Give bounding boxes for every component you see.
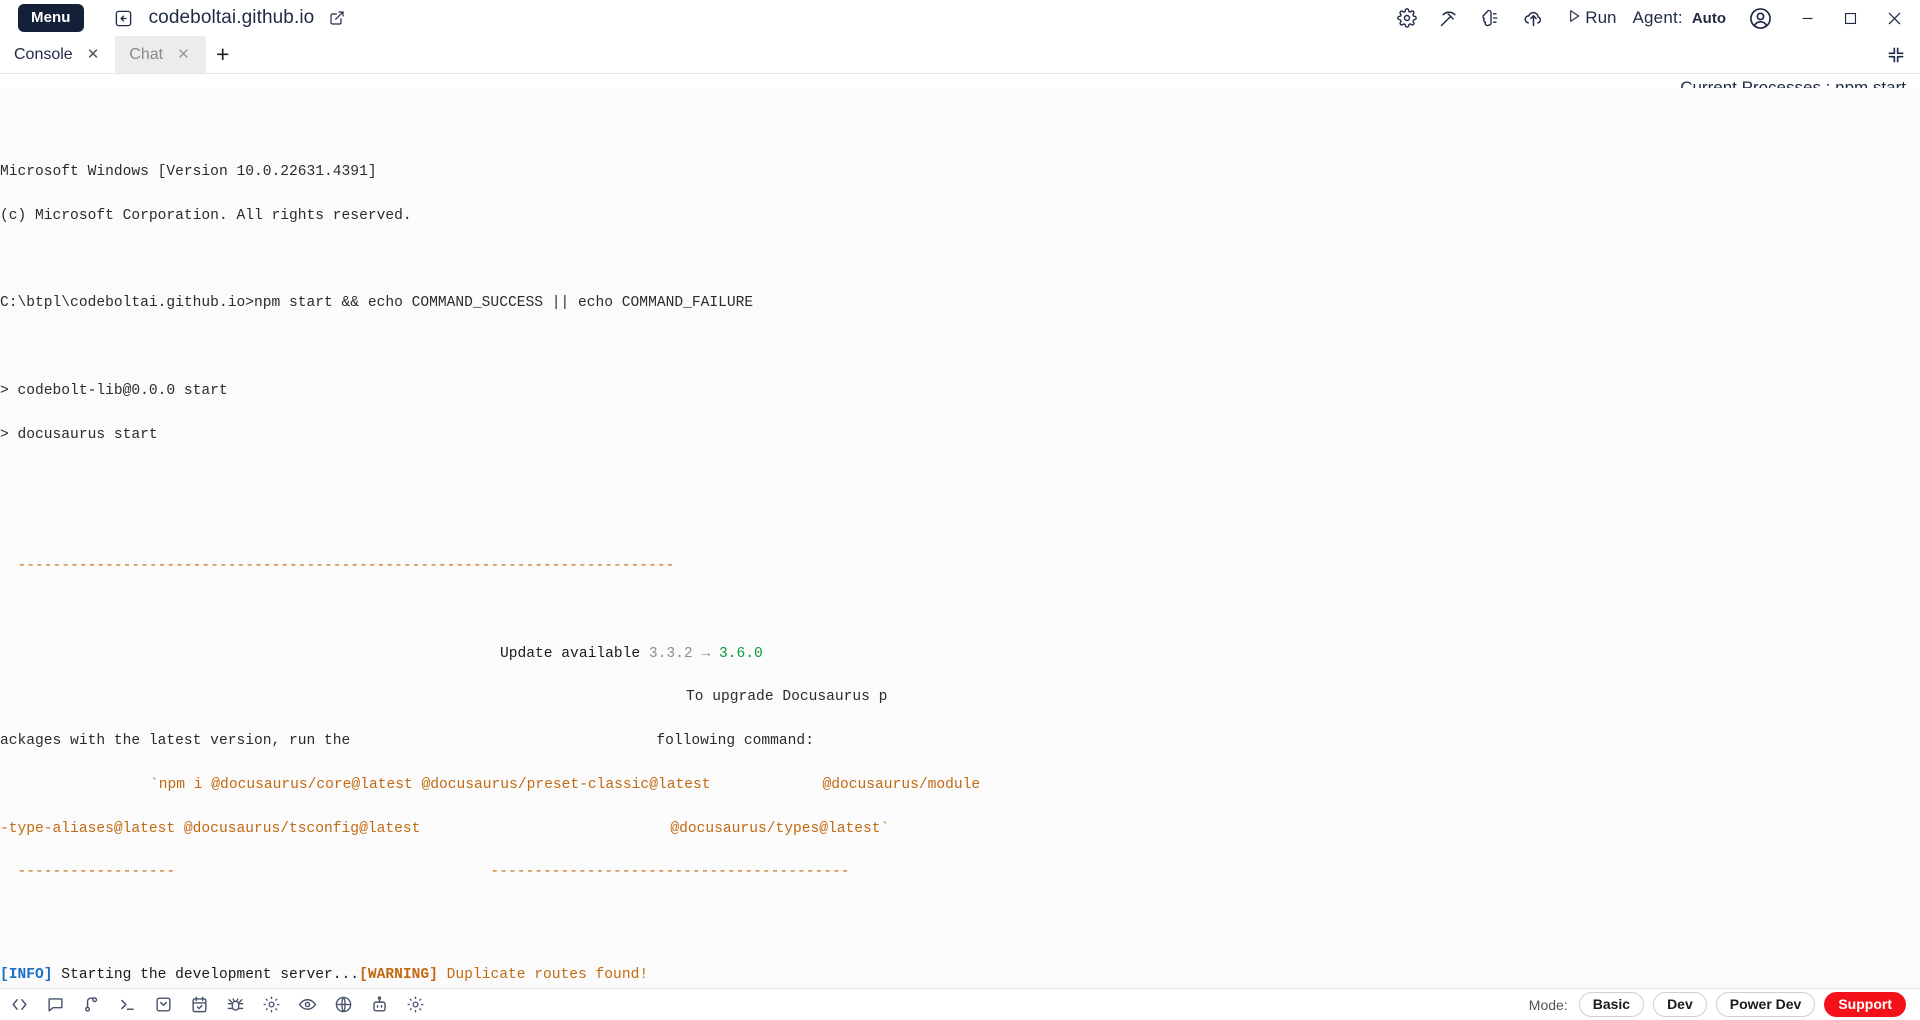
account-circle-icon[interactable] bbox=[1748, 6, 1773, 31]
close-icon[interactable]: ✕ bbox=[87, 47, 100, 62]
update-to-version: 3.6.0 bbox=[718, 645, 763, 662]
maximize-button[interactable] bbox=[1842, 10, 1859, 27]
tab-chat[interactable]: Chat ✕ bbox=[115, 36, 206, 73]
collapse-corners-icon[interactable] bbox=[1886, 45, 1906, 65]
play-icon bbox=[1566, 8, 1582, 29]
tab-bar: Console ✕ Chat ✕ + bbox=[0, 36, 1920, 74]
terminal-line: C:\btpl\codeboltai.github.io>npm start &… bbox=[0, 295, 754, 312]
terminal-icon[interactable] bbox=[116, 994, 138, 1016]
terminal-divider-bottom: ------------------ ---------------------… bbox=[0, 864, 850, 881]
mode-label: Mode: bbox=[1528, 996, 1568, 1013]
eye-icon[interactable] bbox=[296, 994, 318, 1016]
bug-icon[interactable] bbox=[224, 994, 246, 1016]
close-button[interactable] bbox=[1885, 9, 1904, 28]
back-arrow-box-icon[interactable] bbox=[114, 9, 133, 28]
npm-install-cmd: `npm i @docusaurus/core@latest @docusaur… bbox=[150, 776, 711, 793]
terminal-line: Microsoft Windows [Version 10.0.22631.43… bbox=[0, 163, 377, 180]
window-controls bbox=[1799, 9, 1904, 28]
title-bar: Menu codeboltai.github.io Run Agent: Aut… bbox=[0, 0, 1920, 36]
terminal-line: ackages with the latest version, run the… bbox=[0, 734, 1920, 749]
terminal-update-line: Update available 3.3.2 → 3.6.0 bbox=[0, 645, 1920, 662]
upgrade-text: To upgrade Docusaurus p bbox=[686, 689, 888, 706]
run-label: Run bbox=[1585, 8, 1617, 27]
calendar-check-icon[interactable] bbox=[188, 994, 210, 1016]
minimize-button[interactable] bbox=[1799, 10, 1816, 27]
info-tag: [INFO] bbox=[0, 966, 53, 983]
mode-basic-button[interactable]: Basic bbox=[1578, 991, 1645, 1018]
npm-install-cmd-right: @docusaurus/module bbox=[822, 776, 981, 793]
terminal-line: (c) Microsoft Corporation. All rights re… bbox=[0, 207, 412, 224]
terminal-line: > codebolt-lib@0.0.0 start bbox=[0, 382, 228, 399]
gear-icon[interactable] bbox=[260, 994, 282, 1016]
warning-tag: [WARNING] bbox=[359, 966, 438, 983]
add-tab-button[interactable]: + bbox=[206, 36, 240, 73]
terminal-divider-top: ----------------------------------------… bbox=[0, 558, 675, 574]
npm-install-cmd2-left: -type-aliases@latest @docusaurus/tsconfi… bbox=[0, 820, 421, 837]
tab-console-label: Console bbox=[14, 45, 73, 63]
upgrade-text-right: following command: bbox=[656, 733, 814, 750]
status-bar-icons bbox=[8, 994, 426, 1016]
code-brackets-icon[interactable] bbox=[8, 994, 30, 1016]
terminal-line: > docusaurus start bbox=[0, 426, 158, 443]
chat-bubble-icon[interactable] bbox=[44, 994, 66, 1016]
agent-selector[interactable]: Agent: Auto bbox=[1632, 8, 1726, 28]
terminal-cmd-line: -type-aliases@latest @docusaurus/tsconfi… bbox=[0, 820, 1920, 837]
tab-console[interactable]: Console ✕ bbox=[0, 36, 116, 73]
agent-value: Auto bbox=[1691, 9, 1726, 27]
cloud-upload-icon[interactable] bbox=[1523, 8, 1544, 29]
pickaxe-icon[interactable] bbox=[1439, 8, 1459, 28]
terminal-info-line: [INFO] Starting the development server..… bbox=[0, 966, 1920, 983]
mode-power-dev-button[interactable]: Power Dev bbox=[1715, 991, 1816, 1018]
tabbar-actions bbox=[1886, 36, 1920, 73]
arrow-icon: → bbox=[701, 645, 711, 662]
update-from-version: 3.3.2 bbox=[648, 645, 693, 662]
terminal-cmd-line: `npm i @docusaurus/core@latest @docusaur… bbox=[0, 778, 1920, 793]
titlebar-actions: Run Agent: Auto bbox=[1397, 6, 1920, 31]
inbox-icon[interactable] bbox=[152, 994, 174, 1016]
brain-icon[interactable] bbox=[1481, 8, 1501, 28]
globe-icon[interactable] bbox=[332, 994, 354, 1016]
mode-switcher: Mode: Basic Dev Power Dev Support bbox=[1528, 991, 1906, 1018]
terminal-output[interactable]: Microsoft Windows [Version 10.0.22631.43… bbox=[0, 88, 1920, 988]
npm-install-cmd2-right: @docusaurus/types@latest` bbox=[670, 820, 890, 837]
settings-gear-icon[interactable] bbox=[404, 994, 426, 1016]
menu-button[interactable]: Menu bbox=[18, 4, 84, 32]
update-label: Update available bbox=[500, 645, 641, 662]
page-title: codeboltai.github.io bbox=[148, 7, 315, 28]
robot-icon[interactable] bbox=[368, 994, 390, 1016]
run-button[interactable]: Run bbox=[1566, 8, 1616, 29]
warning-text: Duplicate routes found! bbox=[437, 966, 649, 983]
close-icon[interactable]: ✕ bbox=[177, 47, 190, 62]
agent-label: Agent: bbox=[1632, 8, 1683, 27]
status-bar: Mode: Basic Dev Power Dev Support bbox=[0, 988, 1920, 1020]
info-text: Starting the development server... bbox=[52, 966, 360, 983]
support-button[interactable]: Support bbox=[1824, 991, 1906, 1018]
git-branch-icon[interactable] bbox=[80, 994, 102, 1016]
external-link-icon[interactable] bbox=[329, 10, 345, 26]
tab-chat-label: Chat bbox=[129, 45, 164, 63]
gear-icon[interactable] bbox=[1397, 8, 1418, 28]
mode-dev-button[interactable]: Dev bbox=[1653, 991, 1707, 1018]
upgrade-text-left: ackages with the latest version, run the bbox=[0, 733, 351, 750]
terminal-line: To upgrade Docusaurus p bbox=[0, 690, 1920, 705]
